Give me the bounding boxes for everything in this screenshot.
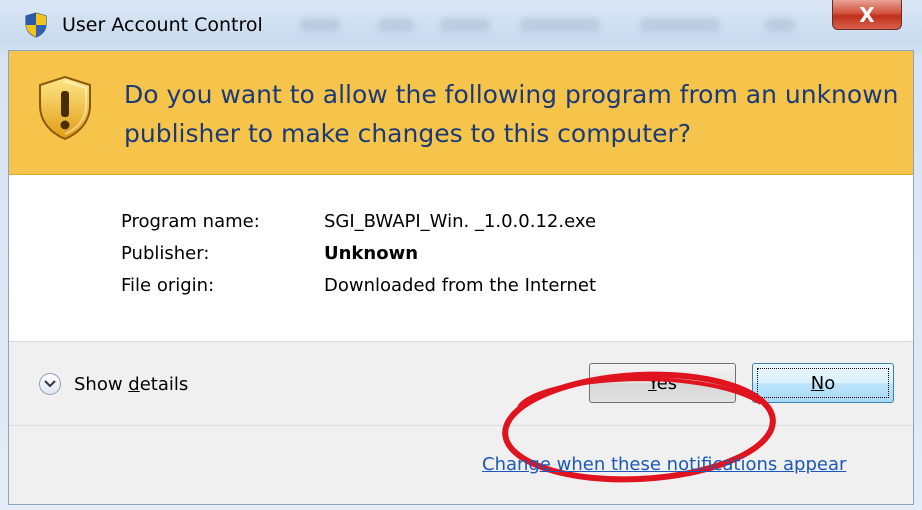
blurred-background (765, 18, 795, 32)
publisher-value: Unknown (324, 243, 419, 264)
close-icon: X (859, 2, 875, 27)
focus-rectangle (757, 368, 889, 398)
no-button[interactable]: No (752, 363, 894, 403)
uac-question: Do you want to allow the following progr… (124, 80, 899, 148)
blurred-background (440, 18, 490, 32)
window-title: User Account Control (62, 14, 263, 36)
blurred-background (640, 18, 720, 32)
show-details-toggle[interactable]: Show details (39, 373, 188, 395)
warning-banner: Do you want to allow the following progr… (9, 51, 913, 175)
uac-shield-icon (25, 12, 47, 38)
program-name-label: Program name: (121, 211, 260, 232)
warning-shield-icon (39, 75, 91, 141)
yes-button-label: Yes (647, 372, 678, 394)
publisher-label: Publisher: (121, 243, 210, 264)
blurred-background (300, 18, 340, 32)
blurred-background (378, 18, 414, 32)
dialog-client-area: Do you want to allow the following progr… (8, 50, 914, 505)
file-origin-value: Downloaded from the Internet (324, 275, 597, 296)
divider (9, 425, 913, 426)
program-name-value: SGI_BWAPI_Win. _1.0.0.12.exe (324, 211, 597, 232)
change-notifications-link[interactable]: Change when these notifications appear (482, 454, 846, 475)
blurred-background (520, 18, 600, 32)
show-details-label: Show details (74, 373, 189, 395)
title-bar: User Account Control X (0, 0, 922, 50)
uac-dialog: User Account Control X Do you want to al… (0, 0, 922, 510)
file-origin-label: File origin: (121, 275, 215, 296)
chevron-down-icon (39, 373, 61, 395)
yes-button[interactable]: Yes (589, 363, 736, 403)
close-button[interactable]: X (832, 0, 902, 30)
